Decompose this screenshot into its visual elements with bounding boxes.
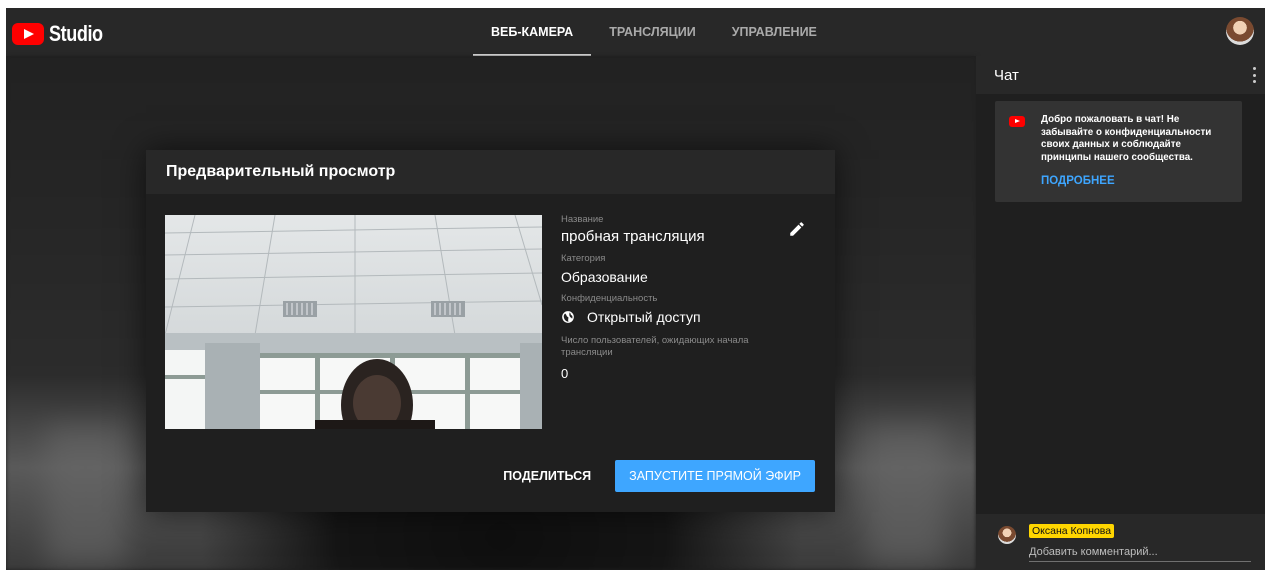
dialog-title: Предварительный просмотр xyxy=(146,150,835,194)
waiting-label: Число пользователей, ожидающих начала тр… xyxy=(561,335,749,358)
chat-welcome-message: Добро пожаловать в чат! Не забывайте о к… xyxy=(995,101,1242,202)
logo-text: Studio xyxy=(49,21,103,46)
chat-input-area: Оксана Копнова xyxy=(976,514,1265,570)
youtube-small-icon xyxy=(1009,116,1025,127)
edit-button[interactable] xyxy=(788,220,810,242)
bg-window-blur xyxy=(46,426,126,566)
account-avatar[interactable] xyxy=(1226,17,1254,45)
preview-dialog: Предварительный просмотр Название пробна… xyxy=(146,150,835,512)
tab-webcam[interactable]: ВЕБ-КАМЕРА xyxy=(473,8,592,56)
dialog-actions: ПОДЕЛИТЬСЯ ЗАПУСТИТЕ ПРЯМОЙ ЭФИР xyxy=(503,460,815,492)
bg-window-blur xyxy=(866,426,946,566)
waiting-count: 0 xyxy=(561,366,569,381)
go-live-button[interactable]: ЗАПУСТИТЕ ПРЯМОЙ ЭФИР xyxy=(615,460,815,492)
privacy-value: Открытый доступ xyxy=(587,309,701,325)
category-value: Образование xyxy=(561,269,648,285)
main-tabs: ВЕБ-КАМЕРА ТРАНСЛЯЦИИ УПРАВЛЕНИЕ xyxy=(473,8,835,56)
more-vert-icon[interactable] xyxy=(1253,67,1257,83)
privacy-row: Открытый доступ xyxy=(561,308,811,326)
username-badge: Оксана Копнова xyxy=(1029,524,1115,538)
category-label: Категория xyxy=(561,253,606,264)
pencil-edit-icon xyxy=(790,222,804,236)
tab-manage[interactable]: УПРАВЛЕНИЕ xyxy=(714,8,835,56)
top-bar: Studio ВЕБ-КАМЕРА ТРАНСЛЯЦИИ УПРАВЛЕНИЕ xyxy=(6,8,1265,56)
webcam-preview xyxy=(165,215,542,429)
title-value: пробная трансляция xyxy=(561,228,705,245)
chat-panel: Чат Добро пожаловать в чат! Не забывайте… xyxy=(976,56,1265,570)
chat-header: Чат xyxy=(976,56,1265,94)
studio-logo[interactable]: Studio xyxy=(12,21,114,47)
learn-more-link[interactable]: ПОДРОБНЕЕ xyxy=(1041,175,1115,187)
welcome-text: Добро пожаловать в чат! Не забывайте о к… xyxy=(1041,114,1212,163)
youtube-logo-icon xyxy=(12,23,44,45)
tab-broadcasts[interactable]: ТРАНСЛЯЦИИ xyxy=(591,8,714,56)
title-label: Название xyxy=(561,214,604,225)
chat-title: Чат xyxy=(994,66,1019,84)
globe-icon xyxy=(562,311,574,323)
studio-window: Studio ВЕБ-КАМЕРА ТРАНСЛЯЦИИ УПРАВЛЕНИЕ … xyxy=(6,8,1265,570)
webcam-frame-image xyxy=(165,215,542,429)
stream-info: Название пробная трансляция Категория Об… xyxy=(561,214,811,383)
avatar xyxy=(998,526,1016,544)
comment-input[interactable] xyxy=(1029,543,1251,562)
share-button[interactable]: ПОДЕЛИТЬСЯ xyxy=(503,469,591,483)
privacy-label: Конфиденциальность xyxy=(561,293,658,304)
